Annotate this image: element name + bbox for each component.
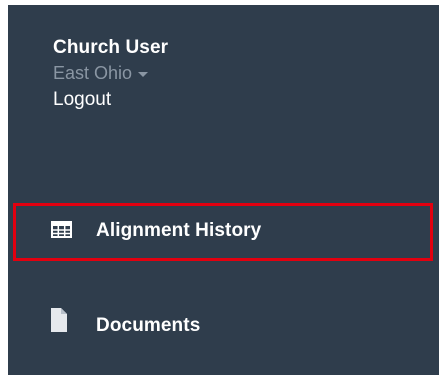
nav-item-label: Documents [96, 315, 201, 336]
document-icon [51, 308, 67, 332]
sidebar: Church User East Ohio Logout Alignment H… [8, 5, 439, 375]
user-name: Church User [53, 37, 169, 58]
organization-label: East Ohio [53, 63, 133, 83]
caret-down-icon [138, 72, 149, 77]
logout-link[interactable]: Logout [53, 87, 168, 113]
table-icon [51, 221, 72, 238]
nav-item-label: Alignment History [96, 220, 262, 241]
nav-item-documents[interactable]: Documents [8, 298, 439, 354]
organization-dropdown[interactable]: East Ohio [53, 61, 168, 85]
user-info: Church User East Ohio Logout [53, 35, 168, 113]
nav-item-alignment-history[interactable]: Alignment History [8, 203, 439, 261]
